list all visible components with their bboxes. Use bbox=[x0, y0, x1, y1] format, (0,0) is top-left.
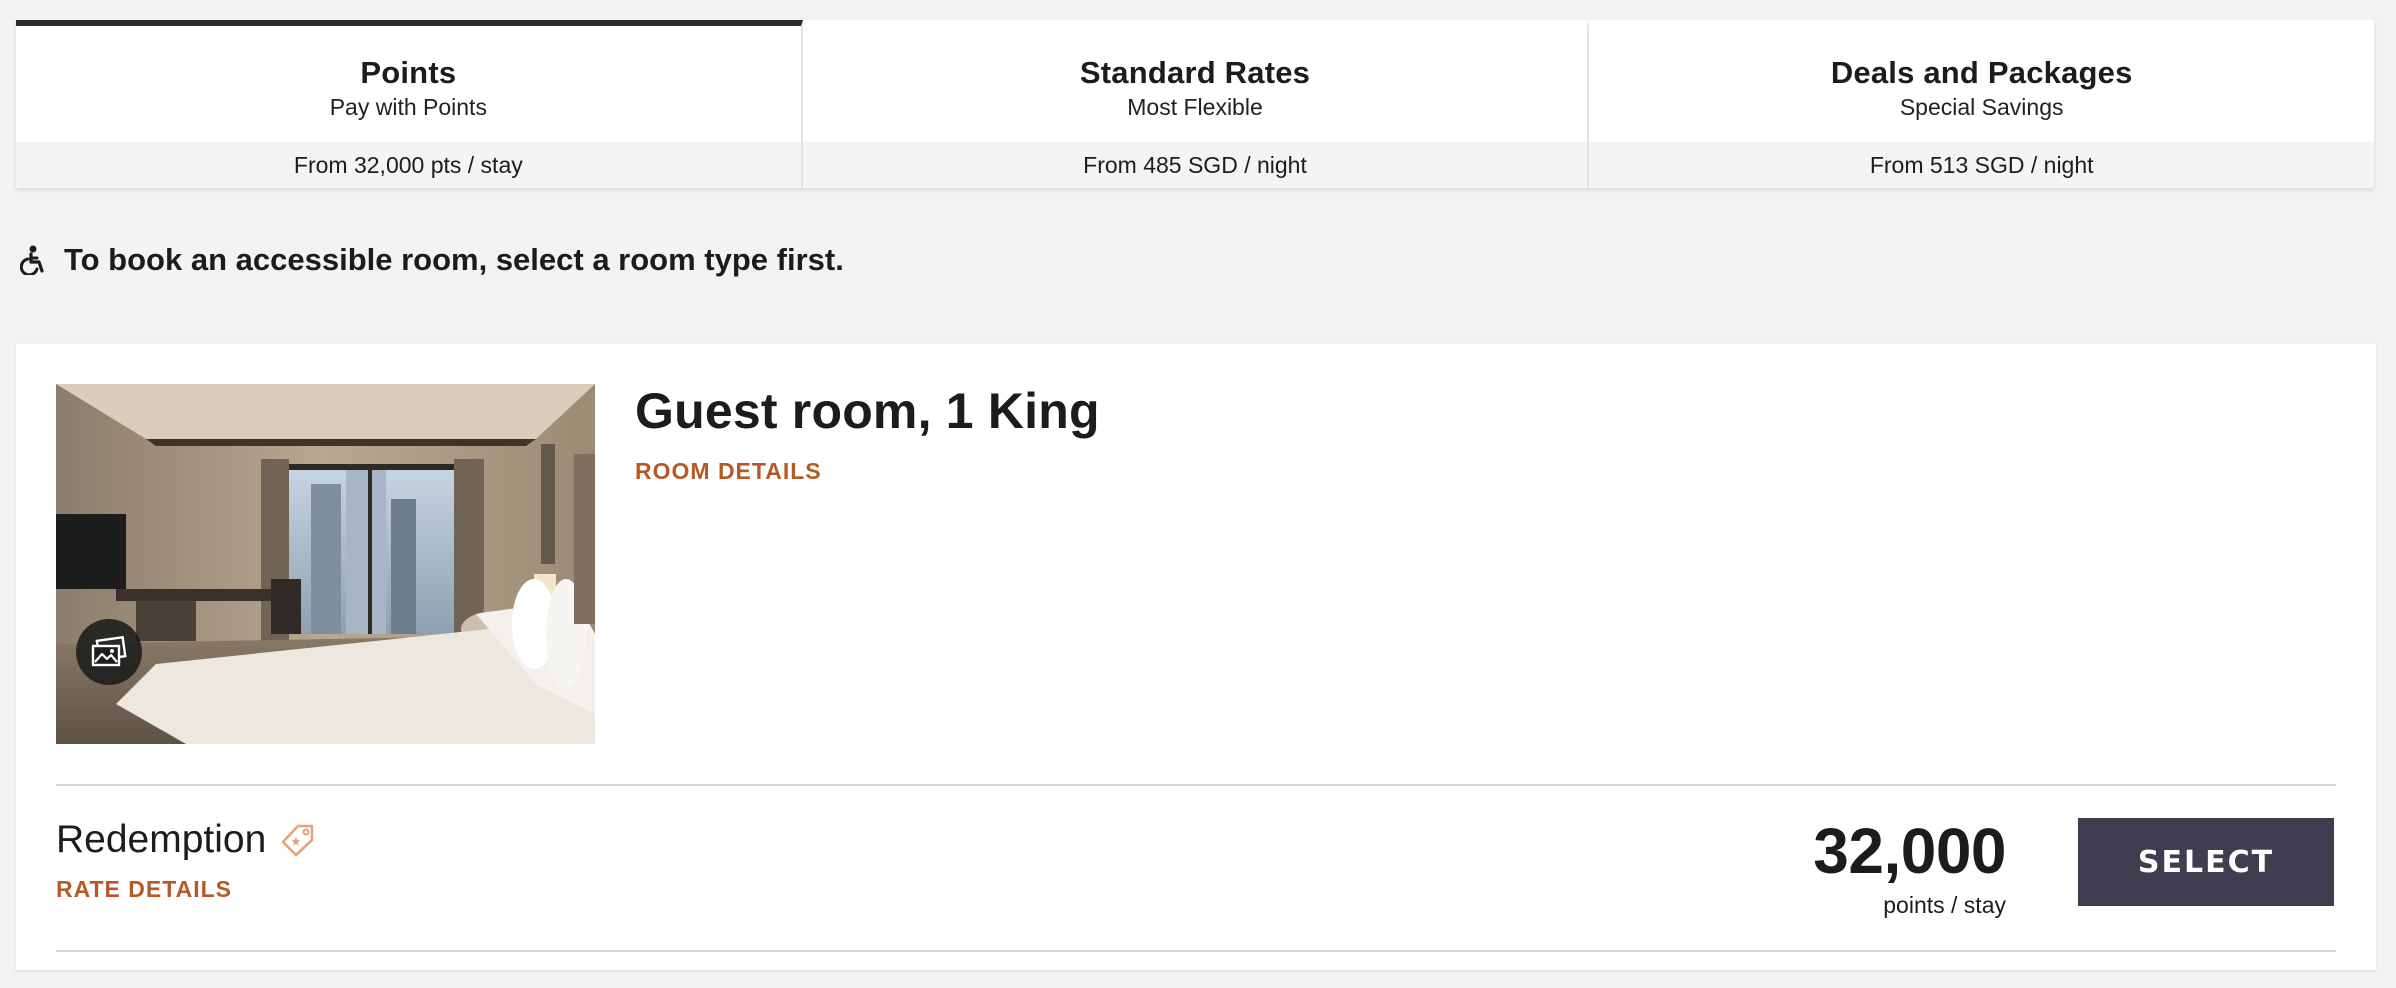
accessibility-notice: To book an accessible room, select a roo… bbox=[20, 242, 844, 278]
rate-tabs: Points Pay with Points From 32,000 pts /… bbox=[16, 20, 2375, 188]
tab-deals-and-packages[interactable]: Deals and Packages Special Savings From … bbox=[1589, 20, 2375, 188]
divider bbox=[56, 950, 2336, 952]
tab-header: Deals and Packages Special Savings bbox=[1589, 26, 2374, 142]
room-title: Guest room, 1 King bbox=[635, 383, 1100, 439]
price-value: 32,000 bbox=[1813, 815, 2006, 887]
rate-details-link[interactable]: RATE DETAILS bbox=[56, 876, 232, 903]
tab-standard-rates[interactable]: Standard Rates Most Flexible From 485 SG… bbox=[802, 20, 1590, 188]
tab-subtitle: Special Savings bbox=[1899, 94, 2064, 120]
tab-title: Standard Rates bbox=[1079, 55, 1311, 90]
rate-name: Redemption bbox=[56, 818, 316, 862]
tag-icon bbox=[280, 822, 316, 858]
wheelchair-icon bbox=[20, 245, 46, 275]
tab-price: From 485 SGD / night bbox=[802, 142, 1588, 188]
room-photo-image bbox=[56, 384, 595, 744]
tab-points[interactable]: Points Pay with Points From 32,000 pts /… bbox=[16, 20, 803, 188]
tab-subtitle: Most Flexible bbox=[1127, 94, 1263, 120]
select-button[interactable]: SELECT bbox=[2078, 818, 2334, 906]
gallery-button[interactable] bbox=[76, 619, 142, 685]
price-unit: points / stay bbox=[1883, 892, 2006, 918]
tab-header: Points Pay with Points bbox=[16, 26, 801, 142]
rate-name-text: Redemption bbox=[56, 818, 267, 861]
divider bbox=[56, 784, 2336, 786]
room-card: Guest room, 1 King ROOM DETAILS Redempti… bbox=[16, 344, 2376, 970]
price-block: 32,000 points / stay bbox=[1813, 814, 2006, 919]
tab-subtitle: Pay with Points bbox=[329, 94, 487, 120]
tab-header: Standard Rates Most Flexible bbox=[803, 26, 1588, 142]
tab-price: From 32,000 pts / stay bbox=[16, 142, 801, 188]
room-photo[interactable] bbox=[56, 384, 595, 744]
gallery-icon bbox=[90, 636, 128, 668]
tab-title: Points bbox=[360, 55, 457, 90]
notice-text: To book an accessible room, select a roo… bbox=[64, 242, 844, 277]
tab-price: From 513 SGD / night bbox=[1589, 142, 2375, 188]
tab-title: Deals and Packages bbox=[1830, 55, 2133, 90]
room-details-link[interactable]: ROOM DETAILS bbox=[635, 458, 822, 485]
